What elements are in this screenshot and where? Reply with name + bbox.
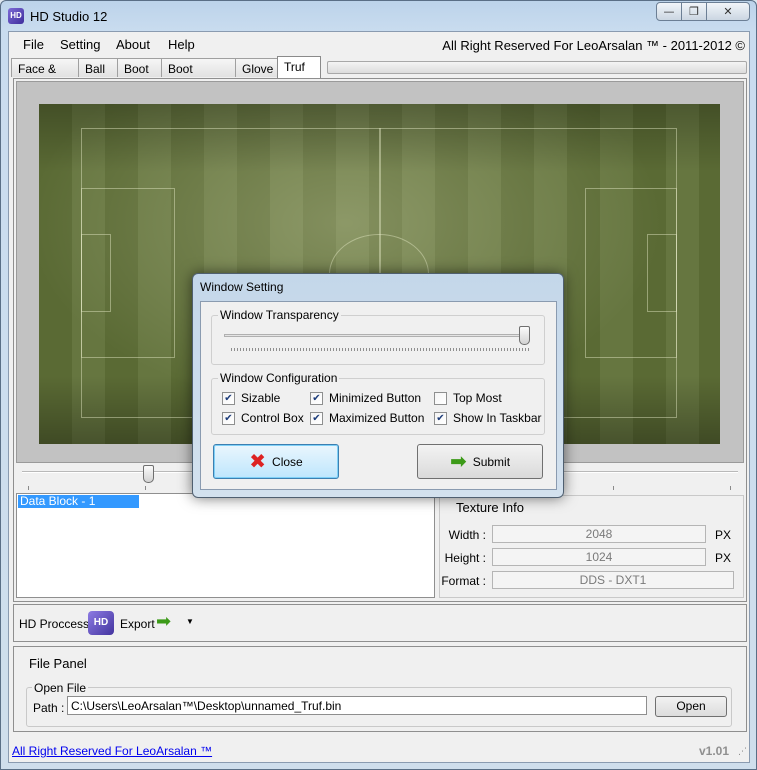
tab-ball[interactable]: Ball <box>78 58 118 77</box>
maximized-button-label: Maximized Button <box>329 411 425 425</box>
file-panel: File Panel Open File Path : Open <box>13 646 747 732</box>
format-field: DDS - DXT1 <box>492 571 734 589</box>
sizable-check-icon[interactable]: ✔ <box>222 391 235 405</box>
open-file-legend: Open File <box>32 681 89 695</box>
show-in-taskbar-label: Show In Taskbar <box>453 411 542 425</box>
dialog-title: Window Setting <box>200 280 284 294</box>
menu-bar: File Setting About Help All Right Reserv… <box>9 32 749 56</box>
footer-copyright-link[interactable]: All Right Reserved For LeoArsalan ™ <box>12 744 212 758</box>
restore-button[interactable]: ❐ <box>681 2 707 21</box>
submit-button[interactable]: ➡ Submit <box>417 444 543 479</box>
sizable-checkbox[interactable]: ✔ Sizable <box>222 391 280 405</box>
open-button[interactable]: Open <box>655 696 727 717</box>
control-box-check-icon[interactable]: ✔ <box>222 411 235 425</box>
tab-truf[interactable]: Truf <box>277 56 321 78</box>
resize-grip-icon[interactable]: ⋰ <box>738 746 747 757</box>
menu-file[interactable]: File <box>23 37 44 52</box>
control-box-checkbox[interactable]: ✔ Control Box <box>222 411 304 425</box>
maximized-button-checkbox[interactable]: ✔ Maximized Button <box>310 411 424 425</box>
version-label: v1.01 <box>698 744 729 758</box>
maximized-button-check-icon[interactable]: ✔ <box>310 411 323 425</box>
window-setting-dialog: Window Setting Window Transparency Windo… <box>192 273 564 498</box>
close-window-button[interactable]: ✕ <box>706 2 750 21</box>
show-in-taskbar-checkbox[interactable]: ✔ Show In Taskbar <box>434 411 542 425</box>
window-controls: — ❐ ✕ <box>656 2 750 21</box>
height-field: 1024 <box>492 548 706 566</box>
show-in-taskbar-check-icon[interactable]: ✔ <box>434 411 447 425</box>
title-bar[interactable]: HD HD Studio 12 — ❐ ✕ <box>1 1 756 31</box>
width-field: 2048 <box>492 525 706 543</box>
minimize-button[interactable]: — <box>656 2 682 21</box>
top-most-checkbox[interactable]: Top Most <box>434 391 502 405</box>
menu-help[interactable]: Help <box>168 37 195 52</box>
submit-arrow-icon: ➡ <box>449 451 467 473</box>
width-label: Width : <box>448 528 486 542</box>
progress-bar <box>327 61 747 74</box>
tab-boot[interactable]: Boot <box>117 58 162 77</box>
export-label[interactable]: Export <box>120 617 155 631</box>
transparency-slider-ticks <box>231 348 531 351</box>
sizable-label: Sizable <box>241 391 281 405</box>
hd-process-panel: HD Proccess HD Export ➡ ▼ <box>13 604 747 642</box>
minimized-button-checkbox[interactable]: ✔ Minimized Button <box>310 391 421 405</box>
preview-slider-thumb[interactable] <box>143 465 154 483</box>
hd-process-label: HD Proccess <box>19 617 90 631</box>
dialog-client-area: Window Transparency Window Configuration… <box>200 301 557 490</box>
tab-boot-perview[interactable]: Boot Perview <box>161 58 236 90</box>
file-panel-title: File Panel <box>29 656 87 671</box>
hd-process-icon[interactable]: HD <box>88 611 114 635</box>
top-most-label: Top Most <box>453 391 502 405</box>
height-label: Height : <box>444 551 486 565</box>
copyright-text: All Right Reserved For LeoArsalan ™ - 20… <box>442 38 745 53</box>
transparency-slider-thumb[interactable] <box>519 326 530 345</box>
minimized-button-label: Minimized Button <box>329 391 422 405</box>
configuration-legend: Window Configuration <box>218 371 340 385</box>
control-box-label: Control Box <box>241 411 304 425</box>
texture-info-group: Texture Info Width : 2048 PX Height : 10… <box>439 495 744 598</box>
path-input[interactable] <box>67 696 647 715</box>
window-title: HD Studio 12 <box>30 9 108 24</box>
data-block-list[interactable]: Data Block - 1 <box>16 493 435 598</box>
close-button[interactable]: ✖ Close <box>213 444 339 479</box>
tab-strip: Face & Hair Ball Boot Boot Perview Glove… <box>11 56 749 90</box>
transparency-slider-track[interactable] <box>224 334 530 337</box>
path-label: Path : <box>33 701 65 715</box>
open-file-group: Open File Path : Open <box>26 681 732 727</box>
top-most-check-icon[interactable] <box>434 391 447 405</box>
width-unit: PX <box>715 528 732 542</box>
menu-setting[interactable]: Setting <box>60 37 100 52</box>
height-unit: PX <box>715 551 732 565</box>
texture-info-title: Texture Info <box>454 500 526 515</box>
export-arrow-icon[interactable]: ➡ <box>156 611 171 632</box>
transparency-group: Window Transparency <box>211 308 545 365</box>
format-label: Format : <box>441 574 486 588</box>
close-x-icon: ✖ <box>249 451 267 473</box>
tab-face-hair[interactable]: Face & Hair <box>11 58 79 90</box>
export-dropdown-icon[interactable]: ▼ <box>186 617 194 626</box>
close-button-label: Close <box>272 454 303 469</box>
menu-about[interactable]: About <box>116 37 150 52</box>
window-configuration-group: Window Configuration ✔ Sizable ✔ Minimiz… <box>211 371 545 435</box>
main-window: HD HD Studio 12 — ❐ ✕ File Setting About… <box>0 0 757 770</box>
minimized-button-check-icon[interactable]: ✔ <box>310 391 323 405</box>
tab-glove[interactable]: Glove <box>235 58 278 77</box>
submit-button-label: Submit <box>472 454 511 469</box>
transparency-legend: Window Transparency <box>218 308 341 322</box>
list-item[interactable]: Data Block - 1 <box>18 495 139 508</box>
hd-studio-app-icon: HD <box>8 8 24 24</box>
pitch-right-goal-box <box>647 234 677 312</box>
pitch-left-goal-box <box>81 234 111 312</box>
